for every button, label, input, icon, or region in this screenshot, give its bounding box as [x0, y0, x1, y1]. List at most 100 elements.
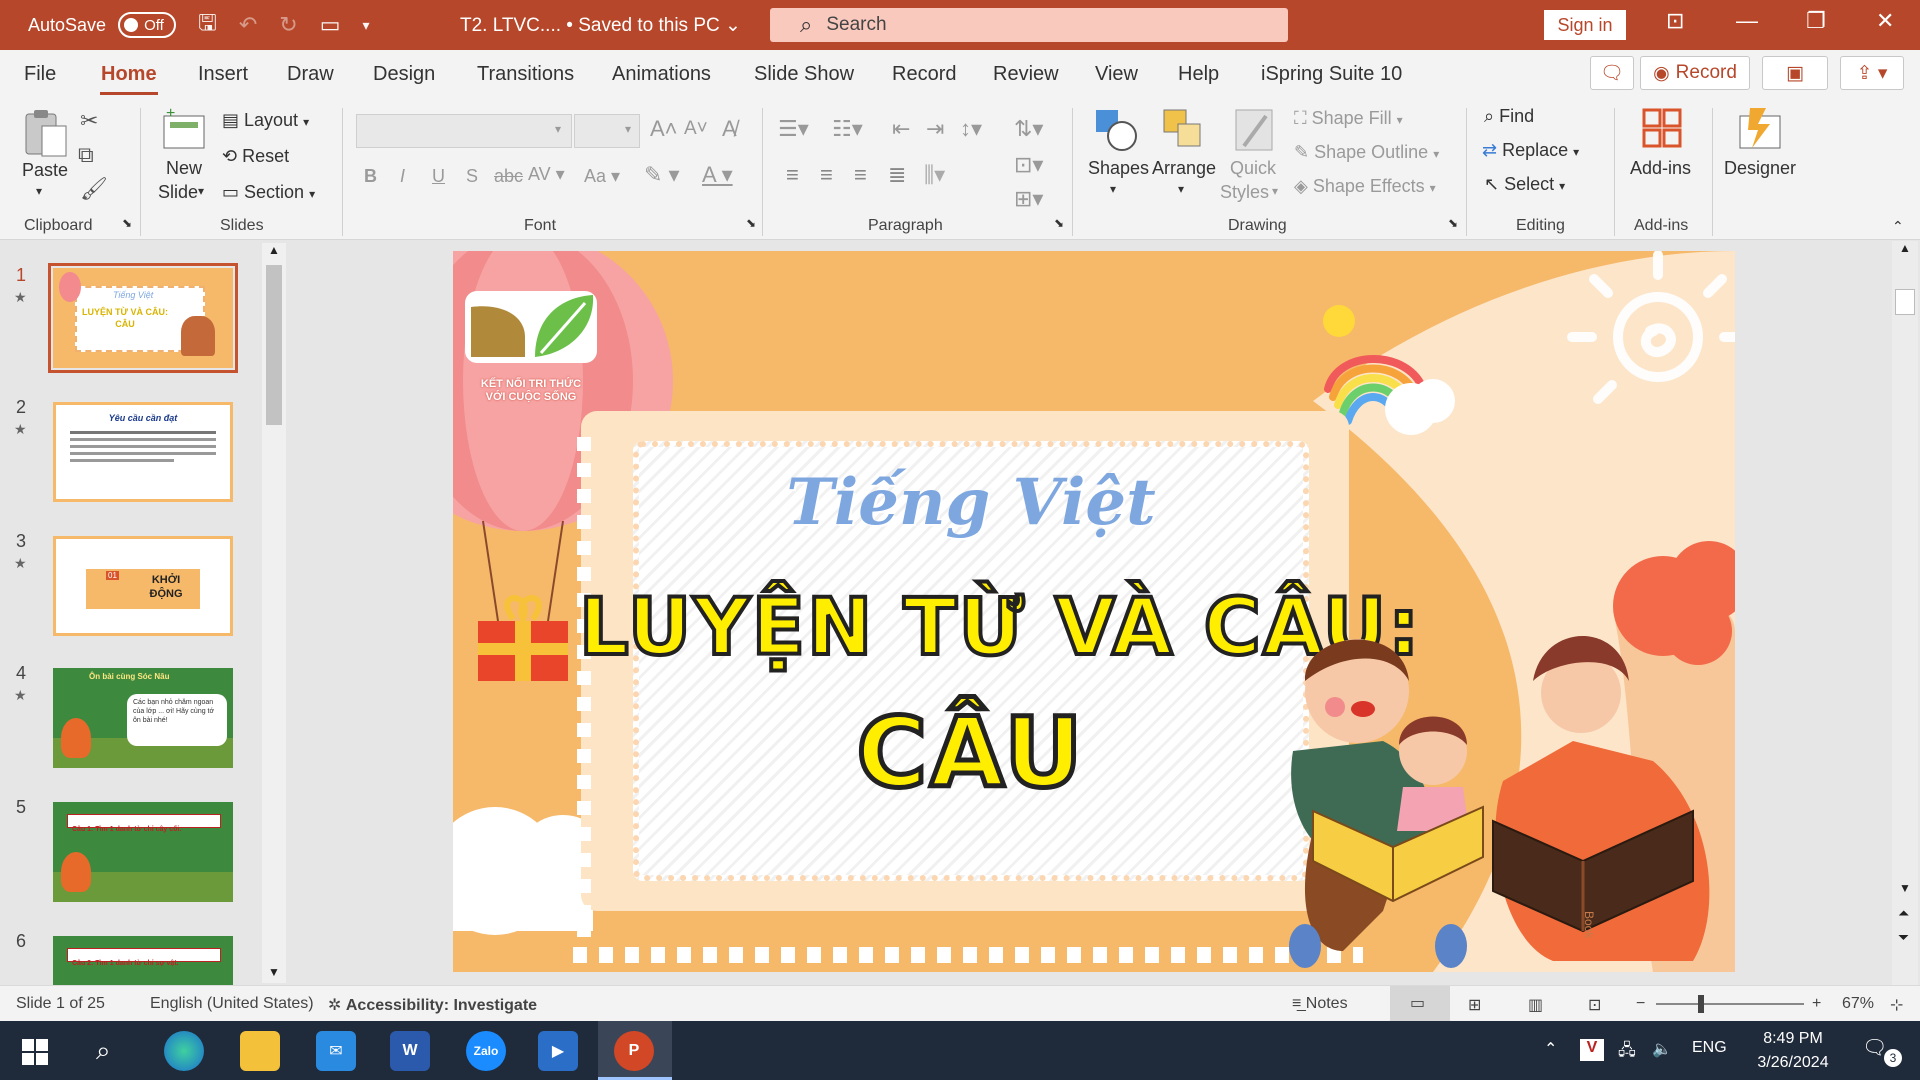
columns-icon[interactable]: ⫼▾ [924, 162, 945, 188]
powerpoint-taskbar-button[interactable]: P [598, 1021, 672, 1080]
zoom-out-icon[interactable]: − [1636, 995, 1645, 1013]
next-slide-icon[interactable]: ⏷ [1898, 929, 1909, 946]
tab-ispring[interactable]: iSpring Suite 10 [1261, 63, 1402, 86]
shape-effects-button[interactable]: ◈ Shape Effects ▾ [1294, 176, 1436, 197]
drawing-launcher-icon[interactable]: ⬊ [1448, 216, 1458, 230]
align-center-icon[interactable]: ≡ [820, 162, 833, 188]
slide-thumbnail-5[interactable]: Câu 1: Tìm 1 danh từ chỉ cây cối. [53, 802, 233, 902]
font-family-input[interactable] [356, 114, 572, 148]
strikethrough-button[interactable]: abc [494, 166, 523, 187]
network-icon[interactable]: 🖧 [1618, 1039, 1636, 1066]
add-ins-icon[interactable] [1640, 106, 1686, 154]
numbering-icon[interactable]: ☷▾ [832, 116, 863, 142]
language-indicator[interactable]: English (United States) [150, 995, 314, 1013]
scroll-up-icon[interactable]: ▲ [1899, 241, 1911, 255]
show-hidden-icons[interactable]: ⌃ [1544, 1039, 1557, 1059]
fit-to-window-icon[interactable]: ⊹ [1890, 995, 1903, 1015]
normal-view-button[interactable]: ▭ [1390, 986, 1450, 1022]
slide-show-icon[interactable]: ⊡ [1588, 995, 1601, 1015]
decrease-font-icon[interactable]: A˅ [684, 118, 708, 140]
thumbnail-scrollbar[interactable]: ▲ ▼ [262, 243, 286, 983]
slide-scrollbar[interactable]: ▲ ▼ ⏶ ⏷ [1892, 241, 1918, 985]
quick-styles-icon[interactable] [1232, 106, 1278, 156]
quick-styles-dropdown-icon[interactable]: ▾ [1272, 184, 1278, 198]
clock[interactable]: 8:49 PM 3/26/2024 [1748, 1027, 1838, 1075]
tab-home[interactable]: Home [101, 63, 157, 86]
tab-record[interactable]: Record [892, 63, 956, 86]
scroll-down-icon[interactable]: ▼ [268, 965, 280, 979]
redo-icon[interactable]: ↻ [279, 12, 297, 38]
paste-icon[interactable] [20, 106, 70, 160]
ribbon-display-icon[interactable]: ⊡ [1666, 8, 1684, 34]
font-size-dropdown-icon[interactable]: ▾ [625, 122, 631, 136]
find-button[interactable]: ⌕ Find [1484, 106, 1534, 127]
slide-sorter-icon[interactable]: ⊞ [1468, 995, 1481, 1015]
search-icon[interactable]: ⌕ [96, 1035, 111, 1067]
align-text-icon[interactable]: ⊡▾ [1014, 152, 1043, 178]
slide-canvas[interactable]: KẾT NỐI TRI THỨC VỚI CUỘC SỐNG Tiếng Việ… [453, 251, 1735, 972]
quick-styles-label-1[interactable]: Quick [1230, 158, 1276, 179]
tab-view[interactable]: View [1095, 63, 1138, 86]
sign-in-button[interactable]: Sign in [1544, 10, 1626, 40]
restore-icon[interactable]: ❐ [1806, 8, 1826, 34]
copy-icon[interactable]: ⧉ [78, 142, 94, 168]
add-ins-button-label[interactable]: Add-ins [1630, 158, 1691, 179]
scrollbar-thumb[interactable] [266, 265, 282, 425]
increase-indent-icon[interactable]: ⇥ [926, 116, 944, 142]
slide-thumbnail-2[interactable]: Yêu cầu cần đạt [53, 402, 233, 502]
arrange-icon[interactable] [1160, 106, 1208, 156]
reading-view-icon[interactable]: ▥ [1528, 995, 1543, 1015]
tab-insert[interactable]: Insert [198, 63, 248, 86]
scroll-down-icon[interactable]: ▼ [1899, 881, 1911, 895]
font-color-icon[interactable]: A ▾ [702, 162, 733, 188]
new-slide-icon[interactable]: + [160, 106, 208, 156]
font-family-dropdown-icon[interactable]: ▾ [555, 122, 561, 136]
paste-dropdown-icon[interactable]: ▾ [36, 184, 42, 198]
word-icon[interactable]: W [390, 1031, 430, 1071]
section-button[interactable]: ▭ Section ▾ [222, 182, 315, 203]
arrange-label[interactable]: Arrange [1152, 158, 1216, 179]
replace-button[interactable]: ⇄ Replace ▾ [1482, 140, 1579, 161]
slide-thumbnail-3[interactable]: 01 KHỞI ĐỘNG [53, 536, 233, 636]
teams-share-button[interactable]: ▣ [1762, 56, 1828, 90]
volume-icon[interactable]: 🔈 [1652, 1039, 1672, 1059]
zalo-icon[interactable]: Zalo [466, 1031, 506, 1071]
save-icon[interactable]: 🖫 [198, 6, 217, 44]
quick-styles-label-2[interactable]: Styles [1220, 182, 1269, 203]
new-slide-dropdown-icon[interactable]: ▾ [198, 184, 204, 198]
bold-button[interactable]: B [364, 166, 377, 187]
document-title[interactable]: T2. LTVC.... • Saved to this PC ⌄ [460, 14, 741, 37]
undo-icon[interactable]: ↶ [239, 12, 257, 38]
scrollbar-thumb[interactable] [1895, 289, 1915, 315]
font-launcher-icon[interactable]: ⬊ [746, 216, 756, 230]
layout-button[interactable]: ▤ Layout ▾ [222, 110, 309, 131]
reset-button[interactable]: ⟲ Reset [222, 146, 289, 167]
shapes-dropdown-icon[interactable]: ▾ [1110, 182, 1116, 196]
notes-button[interactable]: ≡̲ Notes [1292, 995, 1348, 1013]
media-player-icon[interactable]: ▶ [538, 1031, 578, 1071]
scroll-up-icon[interactable]: ▲ [268, 243, 280, 257]
shape-fill-button[interactable]: ⛶ Shape Fill ▾ [1294, 108, 1403, 129]
designer-label[interactable]: Designer [1724, 158, 1796, 179]
arrange-dropdown-icon[interactable]: ▾ [1178, 182, 1184, 196]
edge-browser-icon[interactable] [164, 1031, 204, 1071]
input-language[interactable]: ENG [1692, 1039, 1727, 1057]
format-painter-icon[interactable]: 🖌 [80, 176, 108, 202]
decrease-indent-icon[interactable]: ⇤ [892, 116, 910, 142]
new-slide-label-2[interactable]: Slide [158, 182, 198, 203]
select-button[interactable]: ↖ Select ▾ [1484, 174, 1565, 195]
tab-slide-show[interactable]: Slide Show [754, 63, 854, 86]
tab-animations[interactable]: Animations [612, 63, 711, 86]
slide-title-line-2[interactable]: CÂU [633, 695, 1309, 812]
text-shadow-button[interactable]: S [466, 166, 478, 187]
mail-icon[interactable]: ✉ [316, 1031, 356, 1071]
increase-font-icon[interactable]: A˄ [650, 116, 678, 142]
smartart-icon[interactable]: ⊞▾ [1014, 186, 1043, 212]
bullets-icon[interactable]: ☰▾ [778, 116, 809, 142]
tab-design[interactable]: Design [373, 63, 435, 86]
shapes-label[interactable]: Shapes [1088, 158, 1149, 179]
align-left-icon[interactable]: ≡ [786, 162, 799, 188]
text-direction-icon[interactable]: ⇅▾ [1014, 116, 1043, 142]
tab-file[interactable]: File [24, 63, 56, 86]
zoom-slider-handle[interactable] [1698, 995, 1704, 1013]
